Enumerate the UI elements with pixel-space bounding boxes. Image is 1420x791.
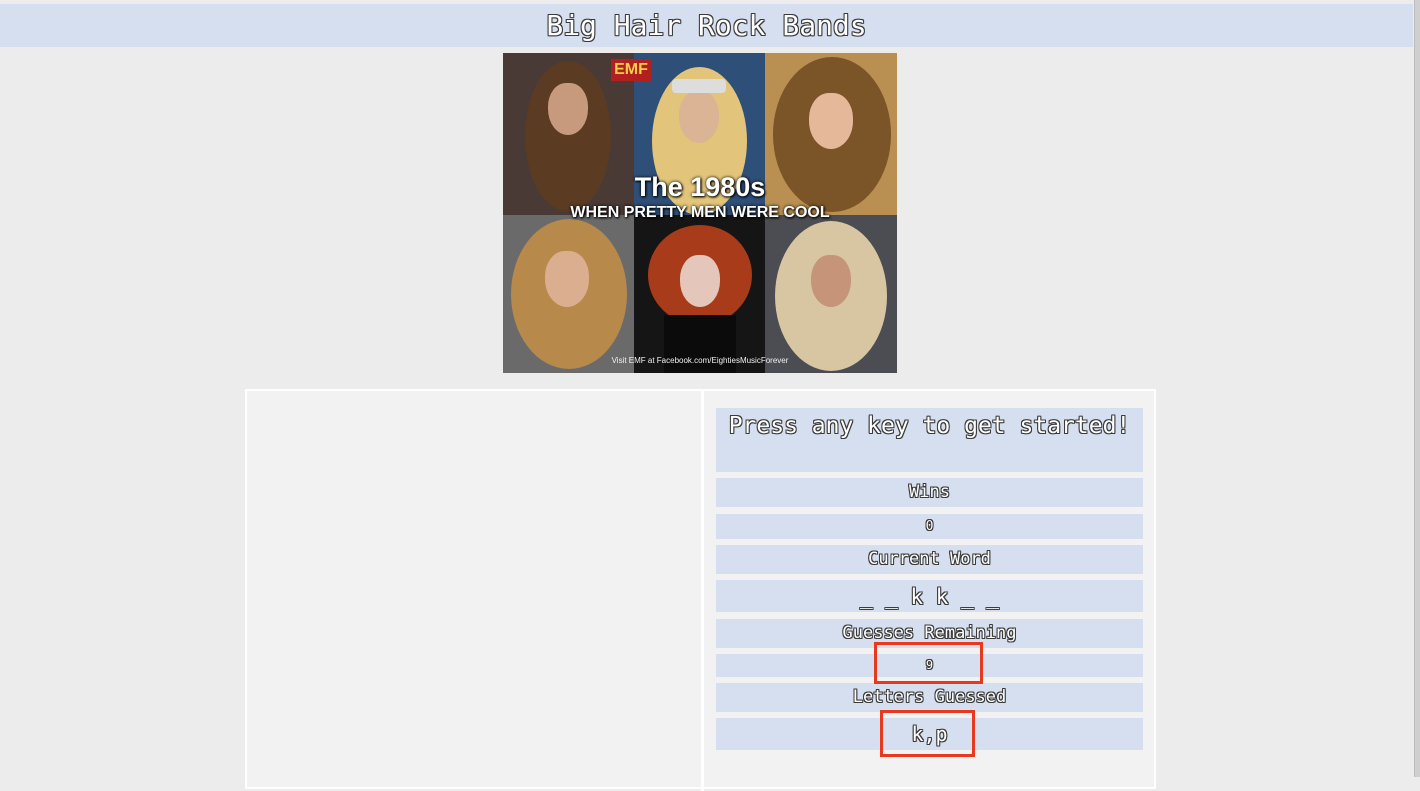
hero-credit: Visit EMF at Facebook.com/EightiesMusicF… [611, 356, 789, 365]
game-panel: Press any key to get started! Wins 0 Cur… [245, 389, 1156, 791]
hero-caption: The 1980s WHEN PRETTY MEN WERE COOL [503, 171, 897, 223]
scrollbar[interactable] [1414, 0, 1420, 777]
emf-logo: EMF [611, 59, 651, 81]
current-word-label: Current Word [716, 545, 1143, 574]
start-prompt: Press any key to get started! [716, 408, 1143, 472]
hero-image: EMF The 1980s WHEN PRETTY MEN WERE COOL … [503, 53, 897, 373]
current-word-value: _ _ k k _ _ [716, 580, 1143, 612]
hero-caption-title: The 1980s [634, 172, 766, 202]
guesses-highlight-box [874, 642, 983, 684]
page-title: Big Hair Rock Bands [0, 4, 1413, 47]
left-column [247, 391, 704, 791]
letters-guessed-label: Letters Guessed [716, 683, 1143, 712]
wins-value: 0 [716, 514, 1143, 539]
hero-caption-subtitle: WHEN PRETTY MEN WERE COOL [570, 204, 830, 221]
letters-highlight-box [880, 710, 975, 757]
wins-label: Wins [716, 478, 1143, 507]
